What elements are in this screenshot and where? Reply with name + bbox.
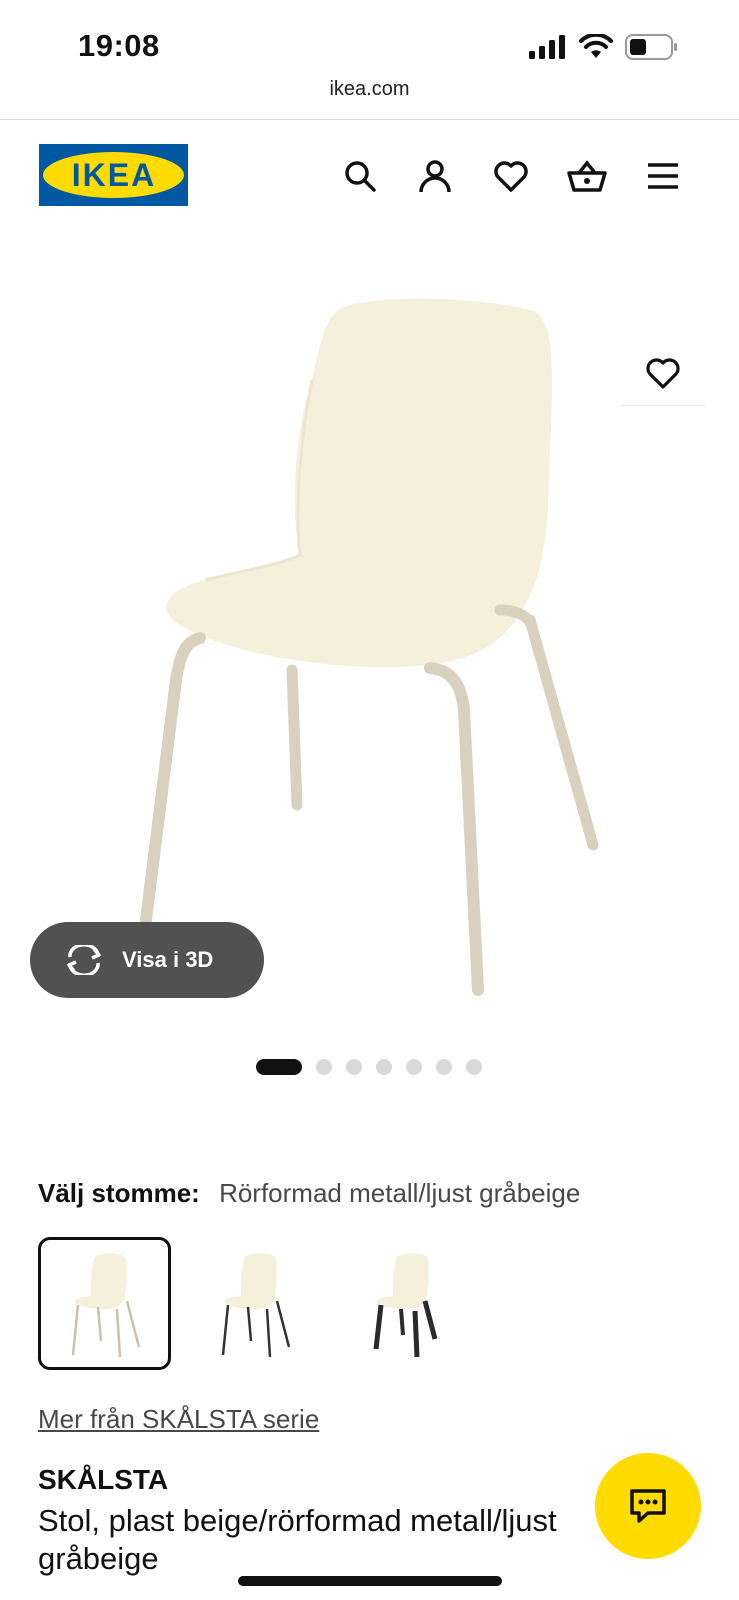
chair-thumbnail [71,1252,140,1357]
view-in-3d-label: Visa i 3D [122,947,214,972]
chair-thumbnail [373,1252,437,1357]
frame-option-label: Välj stomme: [38,1178,200,1208]
frame-swatch-black-wood[interactable] [338,1237,471,1370]
status-icons [529,34,679,60]
pagination-dot[interactable] [256,1059,302,1075]
heart-icon[interactable] [491,156,531,196]
frame-swatch-black-metal[interactable] [188,1237,321,1370]
product-description: Stol, plast beige/rörformad metall/ljust… [38,1503,557,1576]
home-indicator [238,1576,502,1586]
site-header: IKEA [0,144,739,206]
pagination-dot[interactable] [346,1059,362,1075]
pagination-dot[interactable] [376,1059,392,1075]
view-in-3d-button[interactable]: Visa i 3D [30,922,264,998]
frame-option-value: Rörformad metall/ljust gråbeige [219,1178,581,1208]
status-bar: 19:08 [0,0,739,70]
frame-swatch-light-beige[interactable] [38,1237,171,1370]
basket-icon[interactable] [567,156,607,196]
search-icon[interactable] [340,156,380,196]
wifi-icon [579,34,613,58]
signal-icon [529,35,565,59]
pagination-dot[interactable] [316,1059,332,1075]
pagination-dot[interactable] [436,1059,452,1075]
frame-option: Välj stomme: Rörformad metall/ljust gråb… [38,1178,580,1209]
frame-swatches [38,1237,471,1370]
product-name: SKÅLSTA [38,1464,169,1495]
status-time: 19:08 [78,28,160,63]
chat-button[interactable] [595,1453,701,1559]
heart-icon [646,357,680,389]
chat-icon [630,1489,666,1523]
ikea-logo[interactable]: IKEA [39,144,188,206]
svg-text:IKEA: IKEA [71,158,155,192]
logo-oval: IKEA [43,152,184,198]
url-bar[interactable]: ikea.com [0,78,739,101]
series-link[interactable]: Mer från SKÅLSTA serie [38,1404,319,1435]
chair-thumbnail [221,1252,290,1357]
url-divider [0,119,739,120]
logo-wordmark: IKEA [71,158,155,192]
gallery-pagination [256,1058,482,1076]
rotate-3d-icon [67,945,101,975]
battery-icon [625,34,677,60]
save-to-favourites-button[interactable] [621,340,705,406]
pagination-dot[interactable] [466,1059,482,1075]
account-icon[interactable] [415,156,455,196]
pagination-dot[interactable] [406,1059,422,1075]
menu-icon[interactable] [643,156,683,196]
